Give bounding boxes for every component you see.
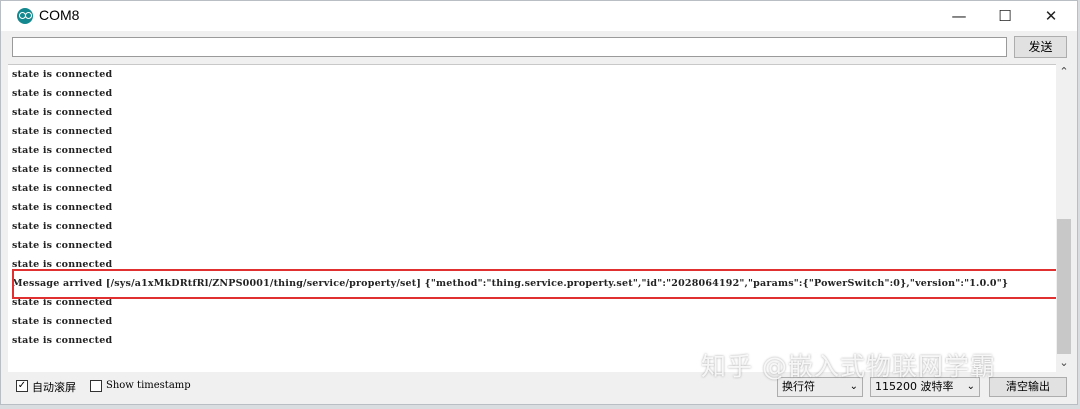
send-input[interactable]: [12, 37, 1007, 57]
console-line: state is connected: [12, 107, 113, 118]
highlight-box: [12, 269, 1056, 299]
console-line: state is connected: [12, 335, 113, 346]
console-line: state is connected: [12, 183, 113, 194]
close-button[interactable]: ✕: [1028, 1, 1074, 31]
console-line: state is connected: [12, 202, 113, 213]
console-line: state is connected: [12, 145, 113, 156]
vertical-scrollbar[interactable]: ⌃ ⌄: [1056, 64, 1072, 371]
console-line: state is connected: [12, 240, 113, 251]
timestamp-checkbox[interactable]: [90, 380, 102, 392]
window-title: COM8: [39, 7, 80, 23]
scrollbar-thumb[interactable]: [1057, 219, 1071, 354]
minimize-button[interactable]: —: [936, 1, 982, 31]
timestamp-label: Show timestamp: [106, 380, 191, 391]
console-line: state is connected: [12, 69, 113, 80]
serial-output[interactable]: state is connected state is connected st…: [8, 64, 1056, 372]
arduino-icon: [17, 8, 33, 24]
autoscroll-checkbox[interactable]: ✓: [16, 380, 28, 392]
console-line: state is connected: [12, 221, 113, 232]
chevron-up-icon[interactable]: ⌃: [1056, 64, 1072, 80]
title-bar: COM8 — ☐ ✕: [1, 1, 1077, 31]
maximize-button[interactable]: ☐: [982, 1, 1028, 31]
send-row: 发送: [1, 31, 1077, 63]
console-line: state is connected: [12, 316, 113, 327]
serial-monitor-window: COM8 — ☐ ✕ 发送 state is connected state i…: [0, 0, 1078, 405]
clear-output-button[interactable]: 清空输出: [989, 377, 1067, 397]
console-line: state is connected: [12, 88, 113, 99]
console-line: state is connected: [12, 126, 113, 137]
send-button[interactable]: 发送: [1014, 36, 1067, 58]
chevron-down-icon[interactable]: ⌄: [1056, 355, 1072, 371]
watermark: 知乎 @嵌入式物联网学霸: [701, 352, 996, 381]
console-line: state is connected: [12, 164, 113, 175]
autoscroll-label: 自动滚屏: [32, 381, 76, 394]
